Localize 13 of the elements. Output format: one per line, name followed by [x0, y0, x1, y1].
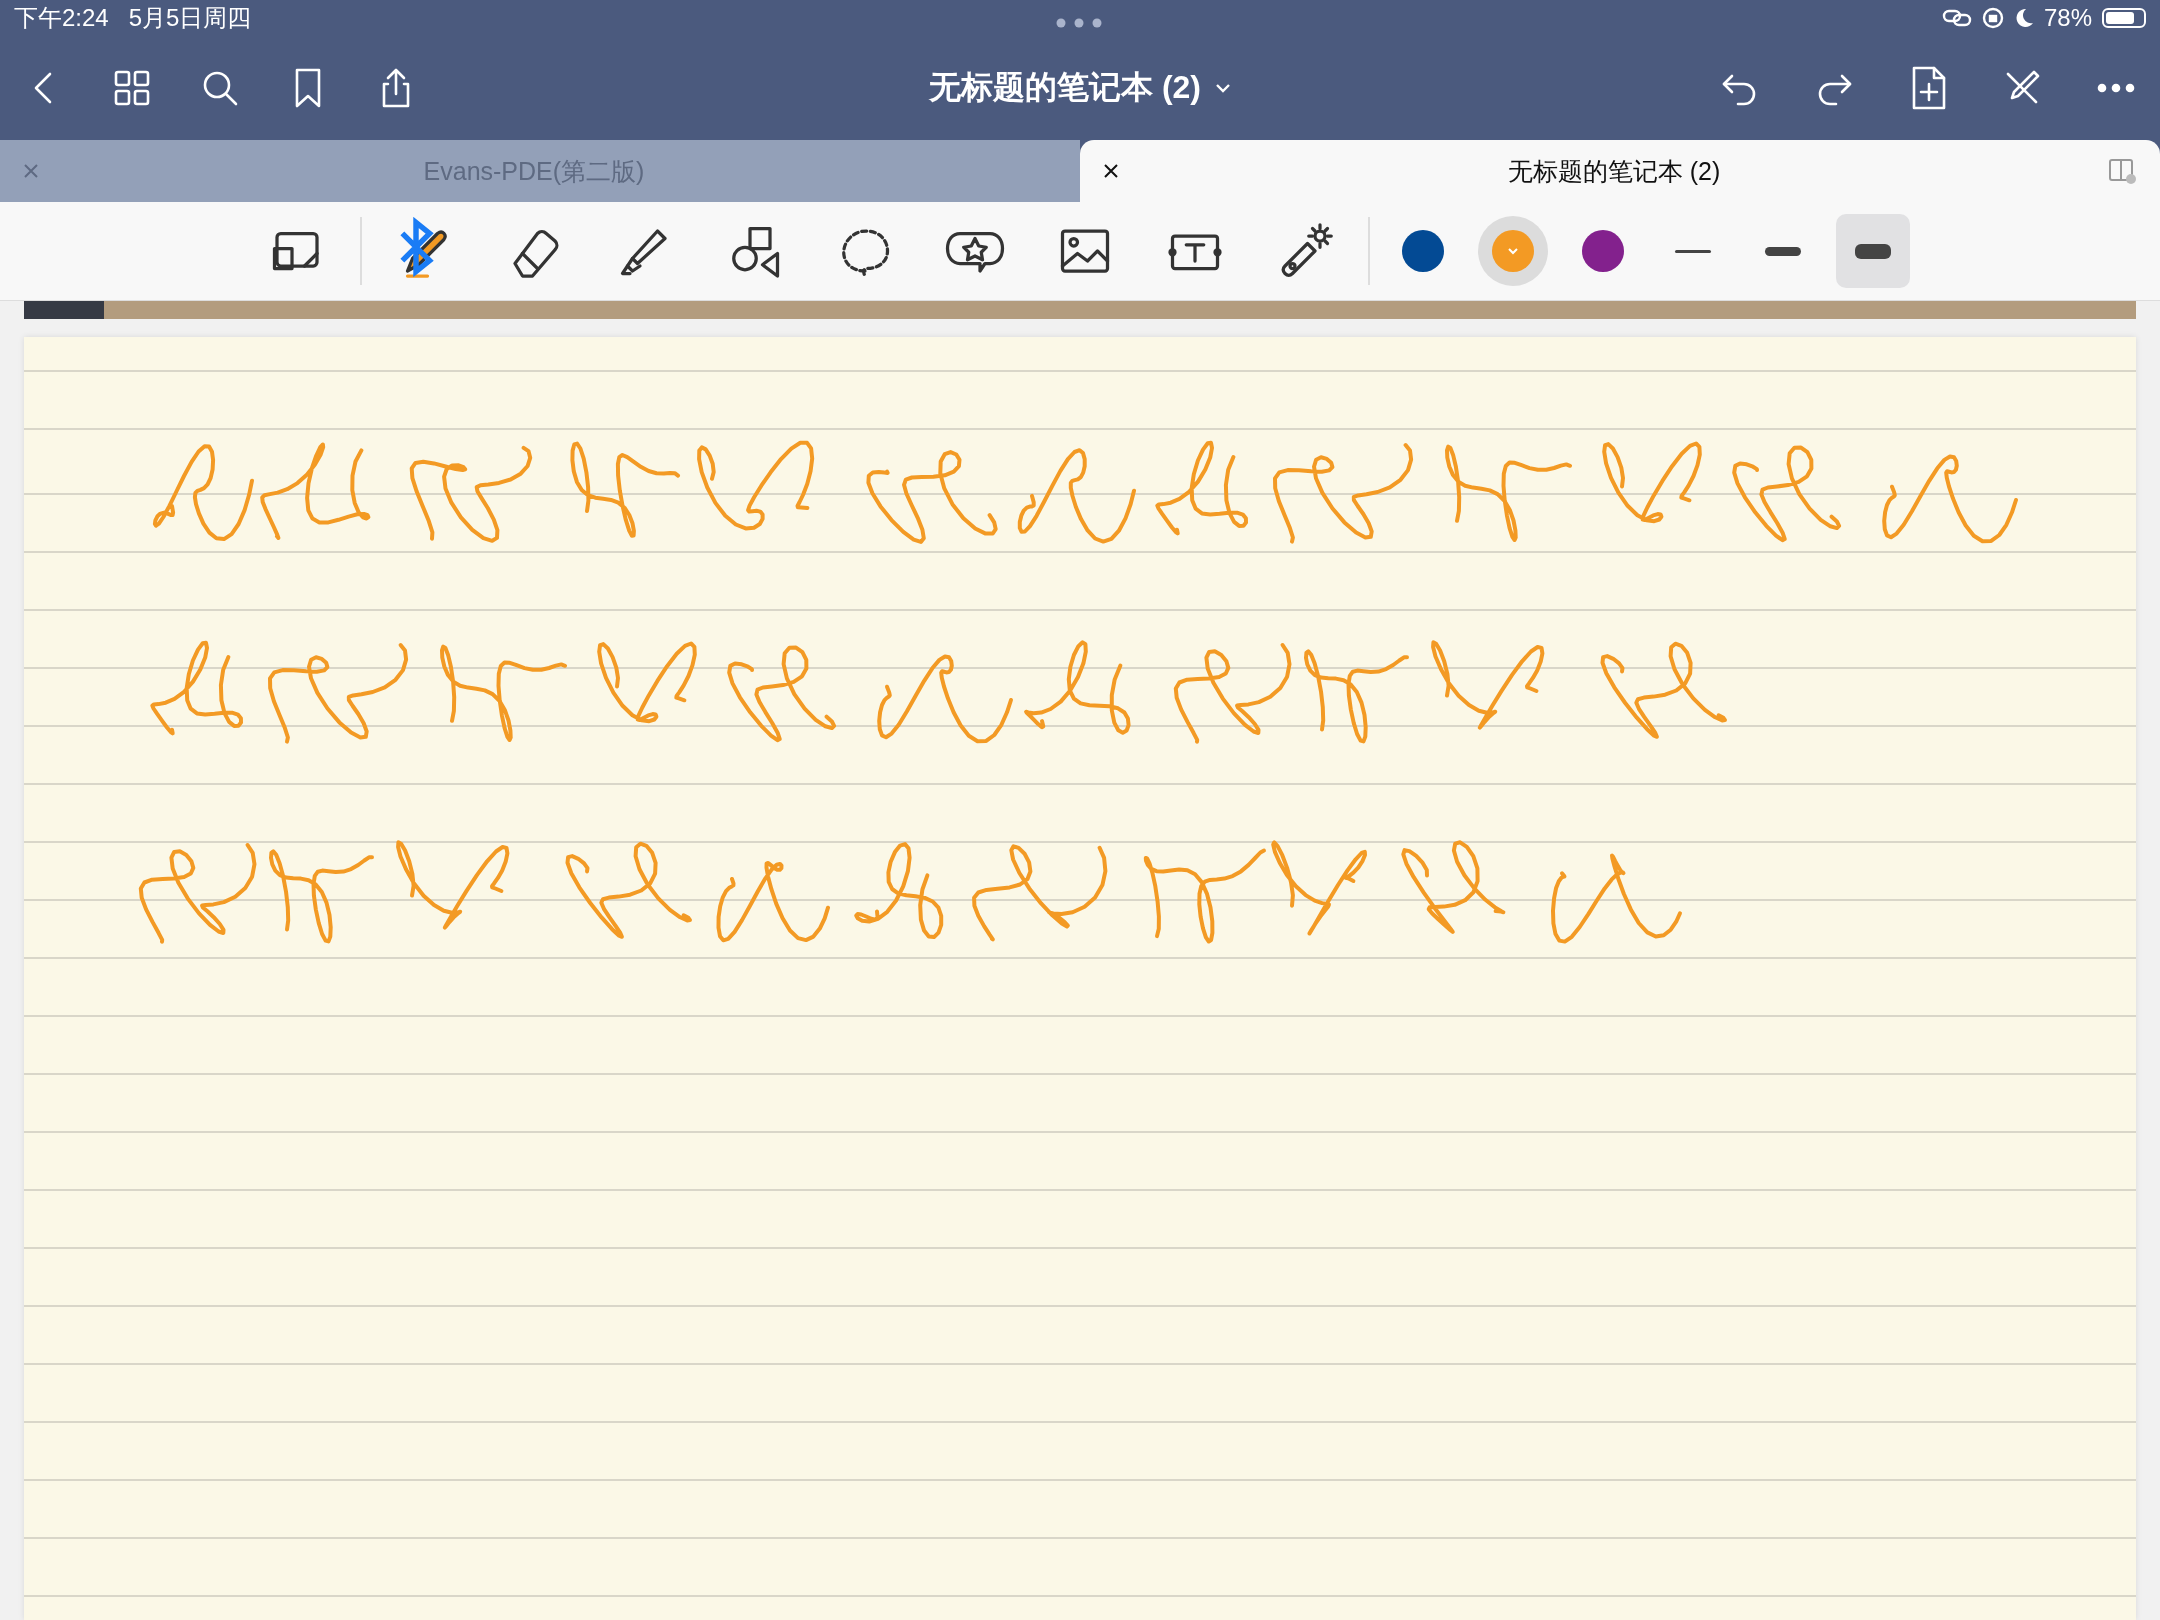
link-icon: [1941, 8, 1972, 28]
multitasking-dots-icon[interactable]: [1056, 18, 1102, 28]
chevron-down-icon[interactable]: [1215, 83, 1231, 93]
rotation-lock-icon: [1981, 7, 2004, 29]
status-date: 5月5日周四: [128, 3, 252, 33]
status-time: 下午2:24: [14, 3, 109, 33]
notebook-title[interactable]: 无标题的笔记本 (2): [929, 66, 1231, 110]
split-view-icon[interactable]: [2108, 156, 2138, 186]
close-icon[interactable]: [1102, 162, 1120, 180]
notebook-tab[interactable]: 无标题的笔记本 (2): [1080, 140, 2160, 202]
stroke-width-option[interactable]: [1836, 214, 1910, 288]
battery-percent: 78%: [2043, 4, 2092, 32]
battery-icon: [2102, 8, 2146, 28]
